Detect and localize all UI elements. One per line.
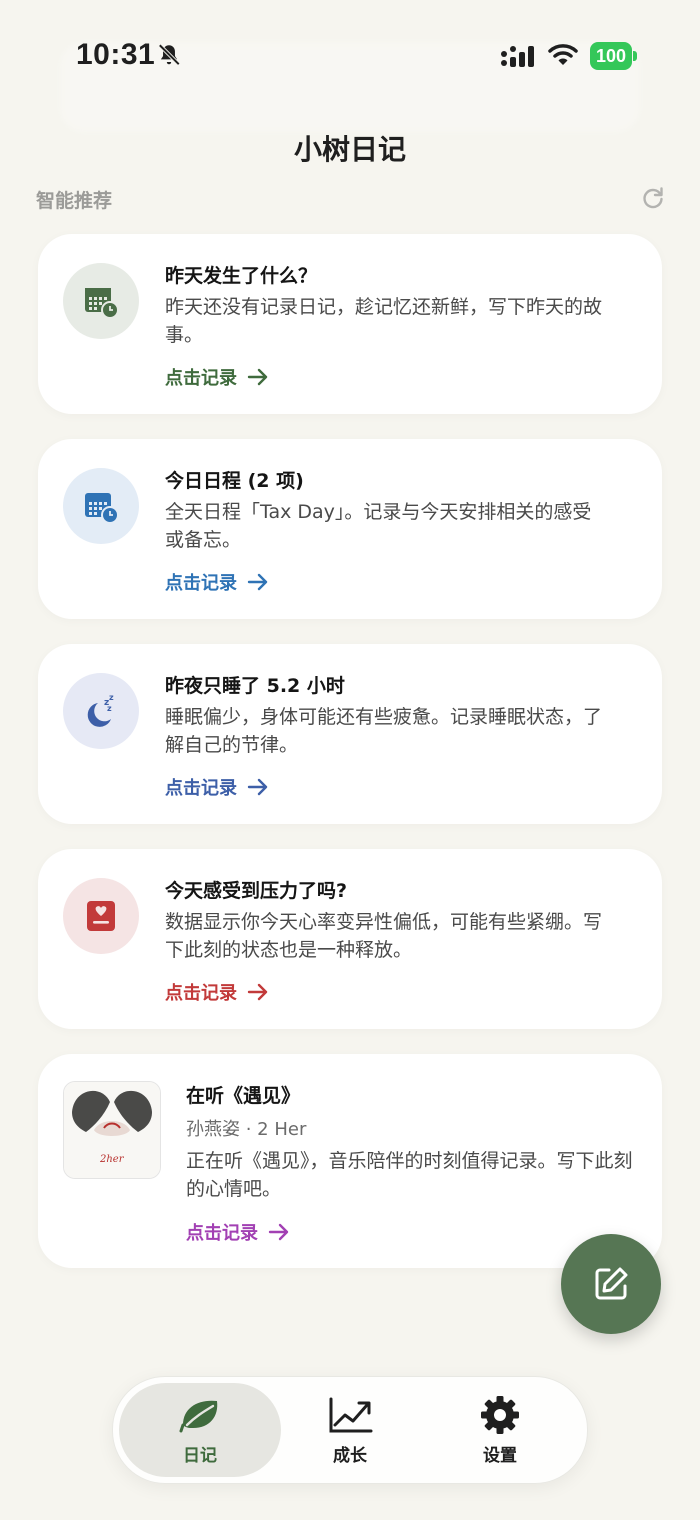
- suggestion-card-yesterday[interactable]: 昨天发生了什么？ 昨天还没有记录日记，趁记忆还新鲜，写下昨天的故事。 点击记录: [38, 234, 662, 414]
- arrow-right-icon: [247, 983, 268, 1001]
- gear-icon: [481, 1396, 519, 1434]
- page-title: 小树日记: [293, 133, 406, 166]
- battery-level: 100: [590, 42, 632, 70]
- card-title: 今日日程 (2 项): [165, 470, 304, 492]
- music-description: 正在听《遇见》，音乐陪伴的时刻值得记录。写下此刻的心情吧。: [186, 1150, 633, 1200]
- section-label: 智能推荐: [36, 190, 113, 212]
- edit-icon: [595, 1267, 628, 1300]
- tab-bar: 日记 成长 设置: [112, 1376, 588, 1484]
- card-icon-circle: [63, 878, 139, 954]
- tab-diary[interactable]: 日记: [119, 1383, 281, 1477]
- card-icon-circle: z z z: [63, 673, 139, 749]
- card-title: 今天感受到压力了吗?: [165, 880, 348, 902]
- record-link[interactable]: 点击记录: [165, 569, 269, 595]
- album-cover: 2her: [63, 1081, 161, 1179]
- tab-label: 成长: [333, 1446, 367, 1466]
- wifi-icon: [548, 44, 578, 65]
- heart-report-icon: [87, 901, 115, 931]
- record-link-label: 点击记录: [165, 573, 237, 594]
- tab-settings[interactable]: 设置: [419, 1383, 581, 1477]
- suggestion-card-schedule[interactable]: 今日日程 (2 项) 全天日程「Tax Day」。记录与今天安排相关的感受或备忘…: [38, 439, 662, 619]
- refresh-icon[interactable]: [640, 185, 666, 211]
- svg-text:z: z: [107, 704, 112, 713]
- compose-button[interactable]: [561, 1234, 661, 1334]
- record-link-label: 点击记录: [186, 1223, 258, 1244]
- calendar-clock-icon: [85, 288, 119, 319]
- battery-tip: [633, 51, 637, 61]
- music-artist: 孙燕姿 · 2 Her: [186, 1119, 307, 1140]
- arrow-right-icon: [247, 778, 268, 796]
- album-art: 2her: [64, 1082, 160, 1178]
- suggestion-card-sleep[interactable]: z z z 昨夜只睡了 5.2 小时 睡眠偏少，身体可能还有些疲惫。记录睡眠状态…: [38, 644, 662, 824]
- battery-indicator: 100: [590, 42, 637, 70]
- suggestion-card-music[interactable]: 2her 在听《遇见》 孙燕姿 · 2 Her 正在听《遇见》，音乐陪伴的时刻值…: [38, 1054, 662, 1268]
- tab-label: 日记: [183, 1446, 217, 1466]
- calendar-clock-icon: [85, 493, 119, 524]
- card-title: 昨夜只睡了 5.2 小时: [165, 675, 345, 697]
- card-icon-circle: [63, 263, 139, 339]
- record-link-label: 点击记录: [165, 778, 237, 799]
- growth-chart-icon: [329, 1397, 373, 1433]
- svg-text:z: z: [109, 693, 114, 702]
- signal-icon: [501, 46, 534, 67]
- moon-zzz-icon: z z z: [87, 693, 114, 727]
- card-description: 全天日程「Tax Day」。记录与今天安排相关的感受或备忘。: [165, 501, 592, 551]
- arrow-right-icon: [268, 1223, 289, 1241]
- record-link[interactable]: 点击记录: [186, 1219, 290, 1245]
- record-link[interactable]: 点击记录: [165, 364, 269, 390]
- status-bar: 10:31 100: [0, 0, 700, 110]
- record-link[interactable]: 点击记录: [165, 979, 269, 1005]
- record-link-label: 点击记录: [165, 983, 237, 1004]
- card-title: 昨天发生了什么？: [165, 265, 318, 287]
- tab-growth[interactable]: 成长: [269, 1383, 431, 1477]
- status-time: 10:31: [76, 38, 156, 71]
- bell-muted-icon: [158, 43, 181, 66]
- arrow-right-icon: [247, 573, 268, 591]
- suggestion-card-stress[interactable]: 今天感受到压力了吗? 数据显示你今天心率变异性偏低，可能有些紧绷。写下此刻的状态…: [38, 849, 662, 1029]
- svg-text:2her: 2her: [99, 1154, 125, 1165]
- record-link-label: 点击记录: [165, 368, 237, 389]
- record-link[interactable]: 点击记录: [165, 774, 269, 800]
- tab-label: 设置: [483, 1446, 517, 1466]
- arrow-right-icon: [247, 368, 268, 386]
- card-description: 睡眠偏少，身体可能还有些疲惫。记录睡眠状态，了解自己的节律。: [165, 706, 603, 756]
- card-description: 数据显示你今天心率变异性偏低，可能有些紧绷。写下此刻的状态也是一种释放。: [165, 911, 603, 961]
- card-description: 昨天还没有记录日记，趁记忆还新鲜，写下昨天的故事。: [165, 296, 603, 346]
- card-icon-circle: [63, 468, 139, 544]
- leaf-icon: [179, 1400, 218, 1433]
- music-title: 在听《遇见》: [186, 1085, 301, 1107]
